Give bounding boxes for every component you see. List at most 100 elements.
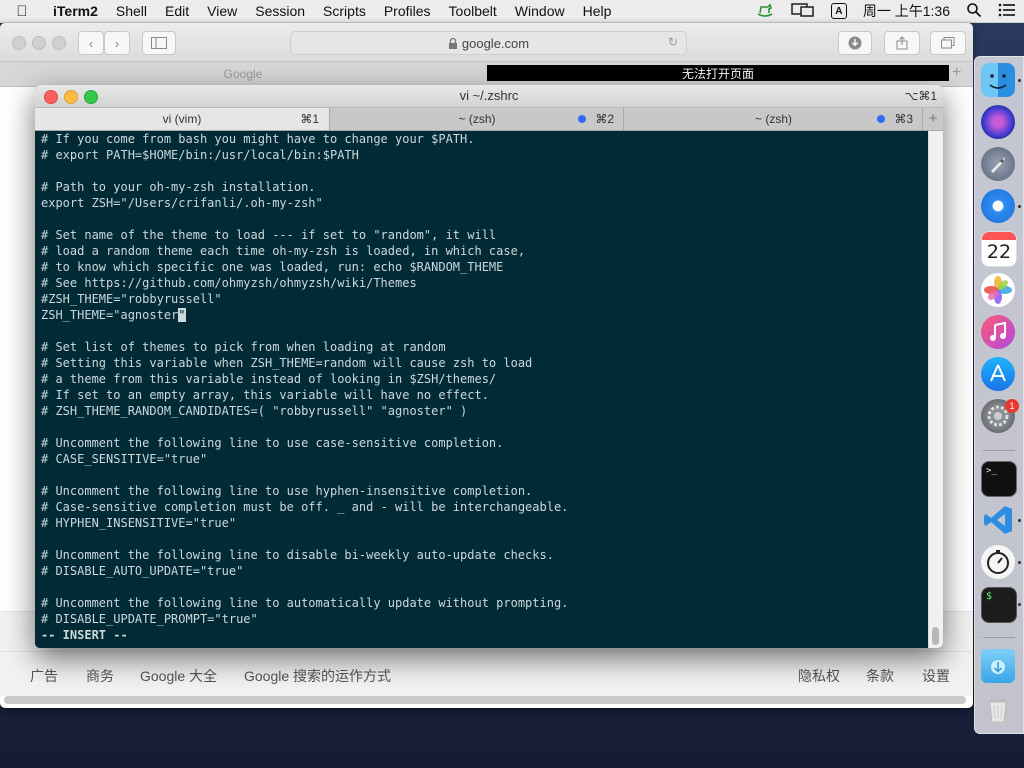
vscode-icon[interactable] xyxy=(981,503,1015,537)
cursor-line-text: ZSH_THEME="agnoster xyxy=(41,308,179,322)
menu-profiles[interactable]: Profiles xyxy=(375,0,440,22)
dock-separator xyxy=(983,450,1015,451)
menu-edit[interactable]: Edit xyxy=(156,0,198,22)
calendar-icon[interactable]: 22 xyxy=(981,231,1017,267)
menu-view[interactable]: View xyxy=(198,0,246,22)
trash-icon[interactable] xyxy=(981,691,1015,725)
clock[interactable]: 周一 上午1:36 xyxy=(855,1,958,21)
google-footer: 广告 商务 Google 大全 Google 搜索的运作方式 隐私权 条款 设置 xyxy=(0,651,973,696)
iterm2-icon[interactable]: $ xyxy=(981,587,1017,623)
tab-vim[interactable]: vi (vim) ⌘1 xyxy=(35,108,329,130)
forward-button[interactable]: › xyxy=(104,31,130,55)
footer-link-privacy[interactable]: 隐私权 xyxy=(798,666,840,686)
window-title: vi ~/.zshrc xyxy=(459,88,519,103)
tab-shortcut: ⌘2 xyxy=(595,112,614,126)
show-tabs-button[interactable] xyxy=(930,31,966,55)
screen-mirror-icon[interactable] xyxy=(783,2,823,21)
terminal-line: # Uncomment the following line to use hy… xyxy=(41,484,533,498)
rocking-horse-icon[interactable] xyxy=(747,2,783,21)
safari-toolbar: ‹ › google.com ↻ xyxy=(0,23,973,62)
tab-zsh-3[interactable]: ~ (zsh) ⌘3 xyxy=(623,108,923,130)
running-indicator xyxy=(1018,519,1021,522)
running-indicator xyxy=(1018,205,1021,208)
app-store-icon[interactable] xyxy=(981,357,1015,391)
menu-session[interactable]: Session xyxy=(246,0,314,22)
safari-zoom-button[interactable] xyxy=(52,36,66,50)
terminal-line: #ZSH_THEME="robbyrussell" xyxy=(41,292,222,306)
notification-center-icon[interactable] xyxy=(990,3,1024,20)
dock-separator xyxy=(983,637,1015,638)
terminal-content[interactable]: # If you come from bash you might have t… xyxy=(35,131,929,648)
chevron-right-icon: › xyxy=(114,35,120,51)
terminal-line: # to know which specific one was loaded,… xyxy=(41,260,504,274)
terminal-line: # DISABLE_UPDATE_PROMPT="true" xyxy=(41,612,258,626)
menu-shell[interactable]: Shell xyxy=(107,0,156,22)
terminal-line: # See https://github.com/ohmyzsh/ohmyzsh… xyxy=(41,276,417,290)
address-bar[interactable]: google.com ↻ xyxy=(290,31,687,55)
terminal-line: # Uncomment the following line to disabl… xyxy=(41,548,554,562)
downloads-button[interactable] xyxy=(838,31,872,55)
safari-close-button[interactable] xyxy=(12,36,26,50)
menu-toolbelt[interactable]: Toolbelt xyxy=(440,0,506,22)
photos-icon[interactable] xyxy=(981,273,1015,307)
tabs-overview-icon xyxy=(941,37,955,49)
terminal-line: # Uncomment the following line to use ca… xyxy=(41,436,504,450)
safari-tab-error[interactable]: 无法打开页面 xyxy=(487,65,949,81)
footer-link-business[interactable]: 商务 xyxy=(86,666,114,686)
window-shortcut: ⌥⌘1 xyxy=(904,89,937,103)
reload-icon[interactable]: ↻ xyxy=(668,35,678,49)
footer-link-ads[interactable]: 广告 xyxy=(30,666,58,686)
music-note-icon[interactable] xyxy=(981,315,1015,349)
spotlight-search-icon[interactable] xyxy=(958,2,990,21)
iterm-titlebar[interactable]: vi ~/.zshrc ⌥⌘1 xyxy=(35,85,943,108)
footer-link-how-search-works[interactable]: Google 搜索的运作方式 xyxy=(244,666,391,686)
input-method-icon: A xyxy=(830,3,847,19)
terminal-icon[interactable]: >_ xyxy=(981,461,1017,497)
sidebar-button[interactable] xyxy=(142,31,176,55)
apple-icon[interactable]:  xyxy=(0,3,44,20)
footer-link-about[interactable]: Google 大全 xyxy=(140,666,217,686)
tab-shortcut: ⌘3 xyxy=(894,112,913,126)
input-method-indicator[interactable]: A xyxy=(823,3,855,19)
vim-mode-indicator: -- INSERT -- xyxy=(41,628,128,642)
safari-tab-google[interactable]: Google xyxy=(0,62,486,86)
menu-scripts[interactable]: Scripts xyxy=(314,0,375,22)
menu-window[interactable]: Window xyxy=(506,0,574,22)
terminal-line: # Case-sensitive completion must be off.… xyxy=(41,500,569,514)
terminal-line: # Set name of the theme to load --- if s… xyxy=(41,228,497,242)
siri-icon[interactable] xyxy=(981,105,1015,139)
text-cursor: " xyxy=(178,308,186,322)
menu-help[interactable]: Help xyxy=(574,0,621,22)
back-button[interactable]: ‹ xyxy=(78,31,104,55)
terminal-cursor-line: ZSH_THEME="agnoster" xyxy=(41,307,929,323)
footer-link-terms[interactable]: 条款 xyxy=(866,666,894,686)
terminal-line: # Path to your oh-my-zsh installation. xyxy=(41,180,316,194)
launchpad-rocket-icon[interactable] xyxy=(981,147,1015,181)
calendar-day: 22 xyxy=(986,241,1012,263)
timer-app-icon[interactable] xyxy=(981,545,1015,579)
share-button[interactable] xyxy=(884,31,920,55)
menu-bar:  iTerm2 Shell Edit View Session Scripts… xyxy=(0,0,1024,23)
terminal-line: # DISABLE_AUTO_UPDATE="true" xyxy=(41,564,244,578)
scrollbar-thumb[interactable] xyxy=(932,627,939,645)
safari-compass-icon[interactable] xyxy=(981,189,1015,223)
footer-link-settings[interactable]: 设置 xyxy=(922,666,950,686)
activity-dot-icon xyxy=(578,115,586,123)
safari-horizontal-scrollbar[interactable] xyxy=(4,696,966,704)
downloads-folder-icon[interactable] xyxy=(981,649,1015,683)
new-tab-button[interactable]: + xyxy=(952,64,961,82)
new-tab-plus-icon[interactable]: + xyxy=(922,108,943,130)
tab-zsh-2[interactable]: ~ (zsh) ⌘2 xyxy=(329,108,624,130)
menu-app-name[interactable]: iTerm2 xyxy=(44,0,107,22)
running-indicator xyxy=(1018,603,1021,606)
terminal-scrollbar[interactable] xyxy=(928,131,943,648)
terminal-line: # If you come from bash you might have t… xyxy=(41,132,475,146)
terminal-line: # HYPHEN_INSENSITIVE="true" xyxy=(41,516,237,530)
iterm-tab-bar: vi (vim) ⌘1 ~ (zsh) ⌘2 ~ (zsh) ⌘3 + xyxy=(35,108,943,131)
safari-minimize-button[interactable] xyxy=(32,36,46,50)
finder-icon[interactable] xyxy=(981,63,1015,97)
